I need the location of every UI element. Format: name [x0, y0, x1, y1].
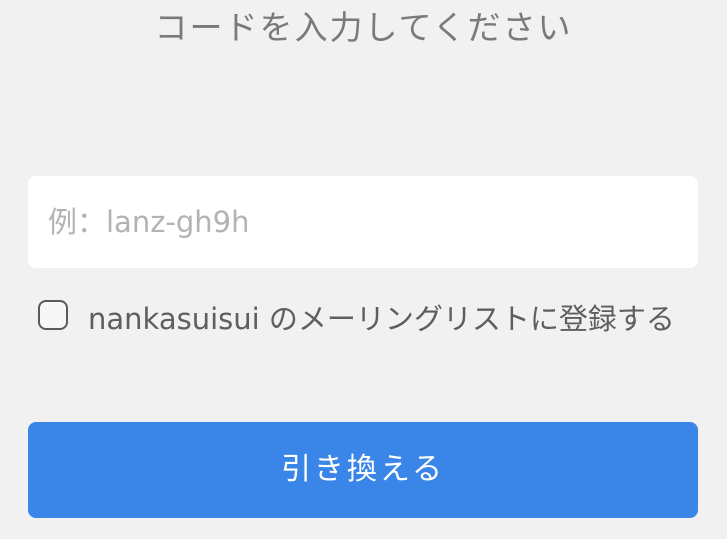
mailing-list-label[interactable]: nankasuisui のメーリングリストに登録する — [38, 294, 698, 344]
mailing-list-option[interactable]: nankasuisui のメーリングリストに登録する — [38, 294, 708, 344]
code-field — [28, 176, 698, 268]
mailing-list-checkbox[interactable] — [38, 300, 68, 330]
redeem-button[interactable]: 引き換える — [28, 422, 698, 518]
redeem-code-page: コードを入力してください nankasuisui のメーリングリストに登録する … — [0, 0, 727, 539]
code-input[interactable] — [28, 176, 698, 268]
page-title: コードを入力してください — [154, 8, 573, 47]
